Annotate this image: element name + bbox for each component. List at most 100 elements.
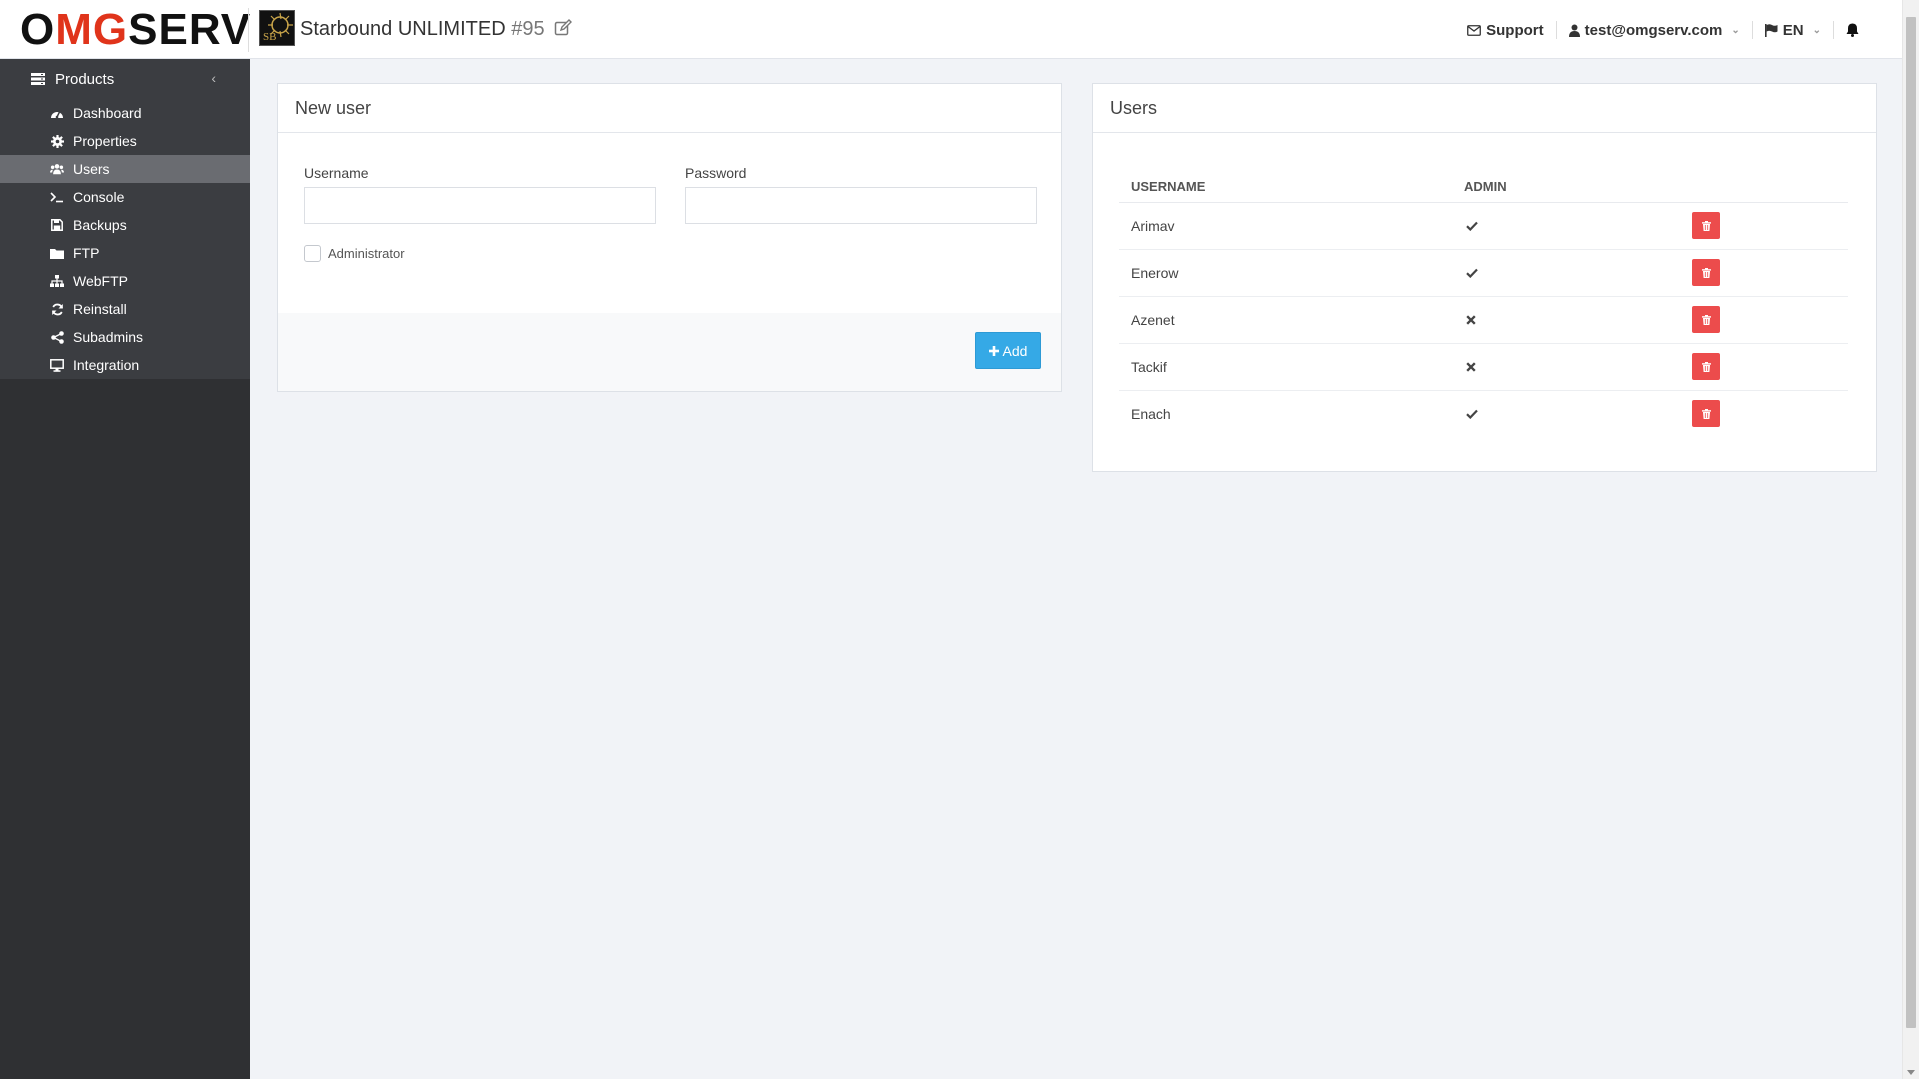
administrator-label: Administrator: [328, 246, 405, 261]
delete-user-button[interactable]: [1692, 353, 1720, 380]
save-icon: [50, 218, 64, 232]
envelope-icon: [1467, 24, 1482, 36]
user-email: test@omgserv.com: [1584, 21, 1723, 39]
users-icon: [50, 162, 64, 176]
actions-cell: [1678, 202, 1848, 250]
sidebar-item-users[interactable]: Users: [0, 155, 250, 183]
notifications-button[interactable]: [1834, 23, 1885, 37]
page-scrollbar[interactable]: [1902, 0, 1919, 1079]
actions-cell: [1678, 249, 1848, 297]
chevron-down-icon: ⌄: [1731, 24, 1740, 36]
sidebar-item-label: FTP: [73, 245, 100, 261]
edit-icon[interactable]: [554, 19, 573, 43]
language-menu[interactable]: EN ⌄: [1753, 22, 1833, 39]
delete-user-button[interactable]: [1692, 306, 1720, 333]
check-icon: [1466, 218, 1478, 234]
actions-cell: [1678, 343, 1848, 391]
column-header-admin: ADMIN: [1452, 171, 1678, 203]
sidebar-item-webftp[interactable]: WebFTP: [0, 267, 250, 295]
terminal-icon: [50, 190, 64, 204]
dashboard-icon: [50, 106, 64, 120]
sidebar-item-label: WebFTP: [73, 273, 128, 289]
sidebar-item-label: Backups: [73, 217, 127, 233]
desktop-icon: [50, 358, 64, 372]
column-header-username: USERNAME: [1119, 171, 1452, 203]
cross-icon: [1466, 359, 1476, 375]
sidebar-products-header[interactable]: Products ‹: [0, 59, 250, 99]
form-footer: Add: [278, 313, 1061, 391]
support-label: Support: [1486, 21, 1544, 39]
admin-cell: [1452, 202, 1678, 250]
administrator-checkbox[interactable]: [304, 245, 321, 262]
trash-icon: [1701, 314, 1711, 325]
sidebar-item-properties[interactable]: Properties: [0, 127, 250, 155]
refresh-icon: [50, 302, 64, 316]
new-user-form: Username Password Administrator: [278, 133, 1061, 313]
actions-cell: [1678, 296, 1848, 344]
scroll-down-arrow[interactable]: [1907, 1070, 1915, 1075]
table-row: Enerow: [1119, 249, 1848, 297]
product-number: #95: [511, 18, 545, 40]
sidebar-menu: Dashboard Properties Users Console Backu…: [0, 99, 250, 379]
username-input[interactable]: [304, 187, 656, 224]
language-label: EN: [1782, 21, 1804, 39]
support-link[interactable]: Support: [1455, 22, 1556, 39]
folder-icon: [50, 246, 64, 260]
add-button-label: Add: [1002, 342, 1028, 359]
chevron-left-icon[interactable]: ‹: [211, 70, 216, 86]
password-input[interactable]: [685, 187, 1037, 224]
add-user-button[interactable]: Add: [975, 332, 1041, 369]
actions-cell: [1678, 390, 1848, 437]
sidebar-title: Products: [55, 70, 115, 88]
sidebar-item-console[interactable]: Console: [0, 183, 250, 211]
table-header-row: USERNAME ADMIN: [1119, 171, 1848, 203]
user-icon: [1568, 24, 1580, 37]
panel-title: Users: [1093, 84, 1876, 133]
sidebar-item-label: Subadmins: [73, 329, 144, 345]
sidebar-item-dashboard[interactable]: Dashboard: [0, 99, 250, 127]
delete-user-button[interactable]: [1692, 212, 1720, 239]
header-actions: Support test@omgserv.com ⌄ EN ⌄: [1455, 20, 1885, 40]
username-label: Username: [304, 165, 369, 181]
sidebar-item-label: Integration: [73, 357, 140, 373]
table-row: Tackif: [1119, 343, 1848, 391]
delete-user-button[interactable]: [1692, 400, 1720, 428]
admin-cell: [1452, 343, 1678, 391]
logo-letter-o: O: [20, 5, 56, 54]
logo-letters-serv: SERV: [128, 5, 252, 54]
check-icon: [1466, 265, 1478, 281]
sidebar: Products ‹ Dashboard Properties Users Co…: [0, 59, 250, 1079]
sidebar-item-label: Dashboard: [73, 105, 142, 121]
username-cell: Azenet: [1119, 296, 1452, 344]
admin-cell: [1452, 296, 1678, 344]
sidebar-item-reinstall[interactable]: Reinstall: [0, 295, 250, 323]
sidebar-item-label: Console: [73, 189, 125, 205]
trash-icon: [1701, 361, 1711, 372]
trash-icon: [1701, 220, 1711, 231]
cross-icon: [1466, 312, 1476, 328]
sitemap-icon: [50, 274, 64, 288]
user-menu[interactable]: test@omgserv.com ⌄: [1557, 22, 1752, 39]
sidebar-item-ftp[interactable]: FTP: [0, 239, 250, 267]
bell-icon: [1846, 23, 1859, 37]
trash-icon: [1701, 267, 1711, 278]
product-name: Starbound UNLIMITED: [300, 18, 506, 40]
sidebar-item-integration[interactable]: Integration: [0, 351, 250, 379]
username-cell: Tackif: [1119, 343, 1452, 391]
username-cell: Enerow: [1119, 249, 1452, 297]
password-label: Password: [685, 165, 747, 181]
sidebar-item-subadmins[interactable]: Subadmins: [0, 323, 250, 351]
username-cell: Arimav: [1119, 202, 1452, 250]
table-row: Azenet: [1119, 296, 1848, 344]
column-header-actions: [1678, 171, 1848, 203]
omgserv-logo[interactable]: O MG SERV: [20, 8, 251, 52]
scrollbar-thumb[interactable]: [1906, 17, 1916, 1028]
product-title: Starbound UNLIMITED #95: [300, 18, 573, 43]
sidebar-item-backups[interactable]: Backups: [0, 211, 250, 239]
delete-user-button[interactable]: [1692, 259, 1720, 286]
top-header: O MG SERV SB Starbound UNLIMITED #95 Suppo…: [0, 0, 1902, 59]
plus-icon: [988, 345, 999, 356]
logo-letters-mg: MG: [55, 5, 129, 54]
product-thumbnail: SB: [259, 10, 295, 46]
table-row: Arimav: [1119, 202, 1848, 250]
